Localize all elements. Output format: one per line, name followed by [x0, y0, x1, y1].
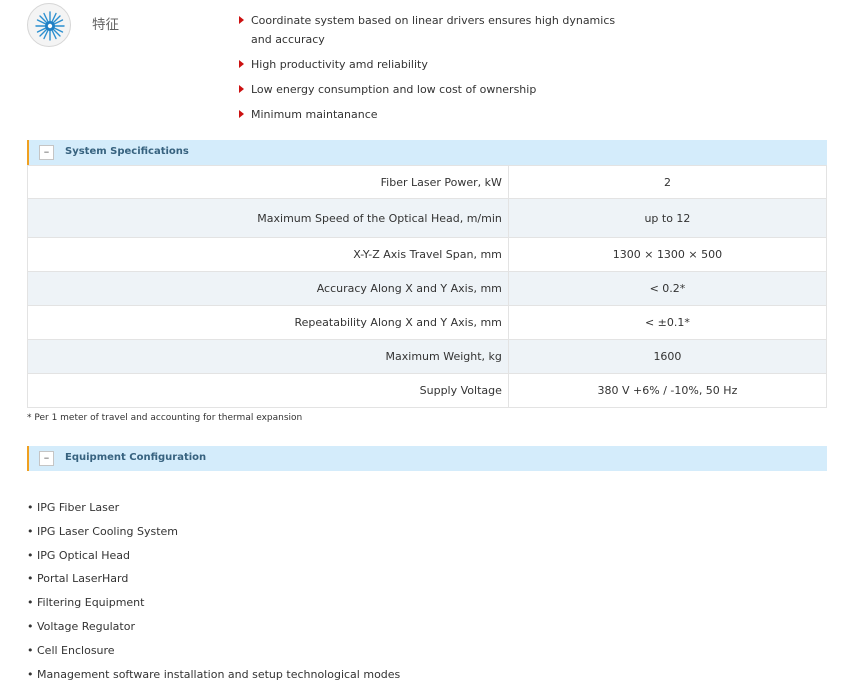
features-list: Coordinate system based on linear driver…	[238, 11, 618, 130]
feature-item: High productivity amd reliability	[238, 55, 618, 74]
spec-label: Accuracy Along X and Y Axis, mm	[27, 271, 509, 306]
list-item: IPG Fiber Laser	[27, 496, 400, 520]
table-row: X-Y-Z Axis Travel Span, mm 1300 × 1300 ×…	[27, 237, 828, 272]
spec-label: Fiber Laser Power, kW	[27, 165, 509, 199]
list-item: Voltage Regulator	[27, 615, 400, 639]
laser-burst-icon	[27, 3, 71, 47]
table-row: Repeatability Along X and Y Axis, mm < ±…	[27, 305, 828, 340]
list-item: Cell Enclosure	[27, 639, 400, 663]
spec-value: 1600	[507, 339, 828, 374]
list-item: IPG Laser Cooling System	[27, 520, 400, 544]
spec-label: Supply Voltage	[27, 373, 509, 408]
spec-value: 2	[507, 165, 828, 199]
list-item: Management software installation and set…	[27, 663, 400, 687]
feature-item: Coordinate system based on linear driver…	[238, 11, 618, 49]
table-row: Accuracy Along X and Y Axis, mm < 0.2*	[27, 271, 828, 306]
list-item: Portal LaserHard	[27, 567, 400, 591]
spec-value: 1300 × 1300 × 500	[507, 237, 828, 272]
table-row: Maximum Weight, kg 1600	[27, 339, 828, 374]
feature-item: Minimum maintanance	[238, 105, 618, 124]
spec-value: up to 12	[507, 198, 828, 238]
list-item: Filtering Equipment	[27, 591, 400, 615]
table-row: Supply Voltage 380 V +6% / -10%, 50 Hz	[27, 373, 828, 408]
features-title: 特征	[92, 17, 119, 33]
collapse-configuration-button[interactable]: –	[39, 451, 54, 466]
equipment-configuration-title: Equipment Configuration	[65, 452, 207, 463]
spec-label: Maximum Weight, kg	[27, 339, 509, 374]
configuration-list: IPG Fiber Laser IPG Laser Cooling System…	[27, 496, 400, 686]
list-item: IPG Optical Head	[27, 544, 400, 568]
spec-value: 380 V +6% / -10%, 50 Hz	[507, 373, 828, 408]
spec-label: Maximum Speed of the Optical Head, m/min	[27, 198, 509, 238]
specifications-footnote: * Per 1 meter of travel and accounting f…	[27, 413, 303, 423]
system-specifications-title: System Specifications	[65, 146, 189, 157]
collapse-specifications-button[interactable]: –	[39, 145, 54, 160]
equipment-configuration-header[interactable]: – Equipment Configuration	[27, 446, 827, 471]
system-specifications-header[interactable]: – System Specifications	[27, 140, 827, 165]
spec-label: X-Y-Z Axis Travel Span, mm	[27, 237, 509, 272]
features-section: 特征 Coordinate system based on linear dri…	[0, 0, 844, 130]
spec-label: Repeatability Along X and Y Axis, mm	[27, 305, 509, 340]
table-row: Fiber Laser Power, kW 2	[27, 165, 828, 199]
specifications-table: Fiber Laser Power, kW 2 Maximum Speed of…	[27, 165, 828, 408]
spec-value: < ±0.1*	[507, 305, 828, 340]
spec-value: < 0.2*	[507, 271, 828, 306]
feature-item: Low energy consumption and low cost of o…	[238, 80, 618, 99]
table-row: Maximum Speed of the Optical Head, m/min…	[27, 198, 828, 238]
